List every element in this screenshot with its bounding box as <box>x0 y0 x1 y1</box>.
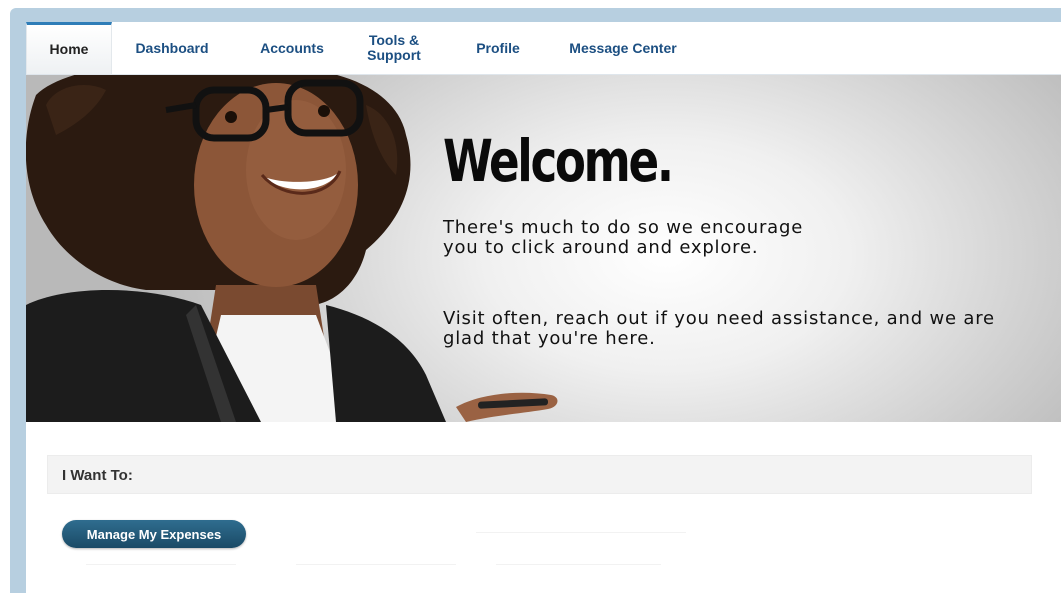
i-want-to-heading: I Want To: <box>62 467 133 484</box>
divider <box>296 564 456 565</box>
i-want-to-panel: I Want To: <box>47 455 1032 494</box>
tab-dashboard[interactable]: Dashboard <box>122 22 222 74</box>
tab-accounts[interactable]: Accounts <box>248 22 336 74</box>
tab-home[interactable]: Home <box>26 22 112 74</box>
welcome-message-2: Visit often, reach out if you need assis… <box>443 308 995 349</box>
manage-my-expenses-button[interactable]: Manage My Expenses <box>62 520 246 548</box>
main-navigation: Home Dashboard Accounts Tools & Support … <box>26 22 1061 75</box>
welcome-message-1: There's much to do so we encourage you t… <box>443 217 804 258</box>
tab-tools-support-label: Tools & Support <box>367 32 421 63</box>
tab-profile-label: Profile <box>476 39 520 56</box>
welcome-banner: Welcome. There's much to do so we encour… <box>26 75 1061 422</box>
divider <box>496 564 661 565</box>
tab-profile[interactable]: Profile <box>466 22 530 74</box>
welcome-heading: Welcome. <box>443 127 674 195</box>
divider <box>86 564 236 565</box>
tab-tools-support[interactable]: Tools & Support <box>362 22 426 74</box>
tab-dashboard-label: Dashboard <box>135 39 209 56</box>
divider <box>476 532 686 533</box>
tab-message-center-label: Message Center <box>569 39 677 56</box>
page-container: Home Dashboard Accounts Tools & Support … <box>26 22 1061 593</box>
tab-message-center[interactable]: Message Center <box>558 22 688 74</box>
tab-home-label: Home <box>49 41 89 57</box>
tab-accounts-label: Accounts <box>260 39 324 56</box>
